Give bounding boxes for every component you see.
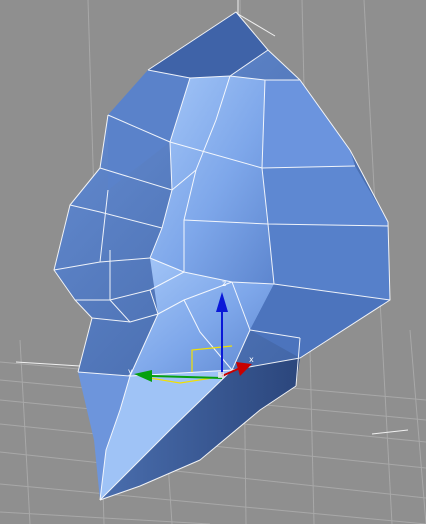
z-axis-label: z	[222, 279, 226, 288]
y-axis-label: y	[128, 367, 133, 376]
3d-viewport[interactable]: z x y	[0, 0, 426, 524]
mesh-face	[262, 166, 388, 226]
gizmo-center[interactable]	[218, 372, 224, 378]
mesh-object[interactable]	[53, 11, 391, 501]
x-axis-label: x	[249, 355, 254, 364]
perspective-scene[interactable]: z x y	[0, 0, 426, 524]
mesh-face	[262, 80, 355, 168]
